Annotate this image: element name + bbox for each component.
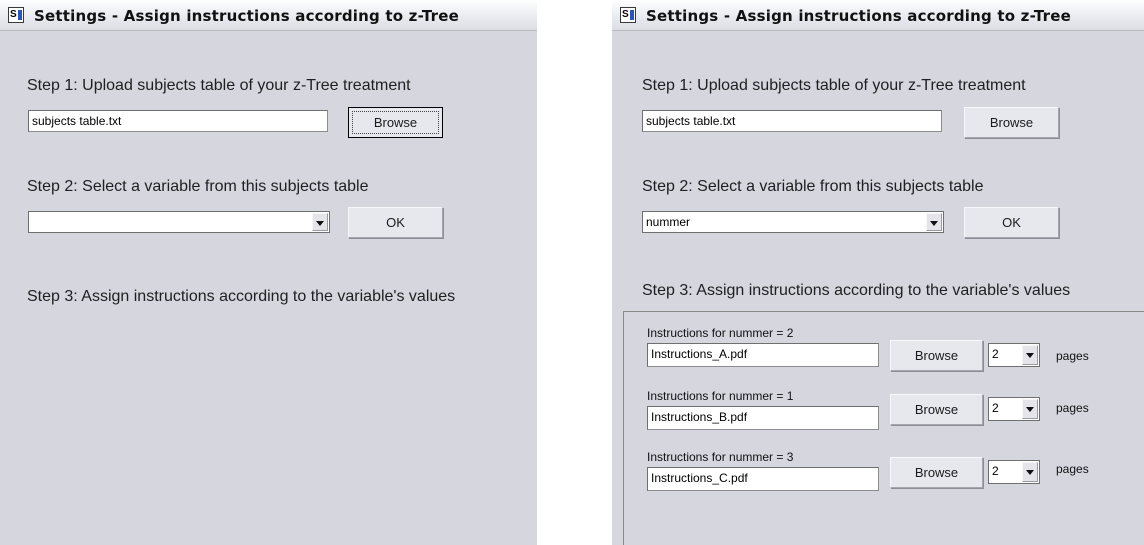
settings-window-right: S Settings - Assign instructions accordi… <box>612 0 1144 545</box>
variable-select[interactable] <box>28 211 330 233</box>
pages-label: pages <box>1056 401 1089 415</box>
instruction-row-label: Instructions for nummer = 3 <box>647 450 794 464</box>
instruction-row-label: Instructions for nummer = 1 <box>647 389 794 403</box>
title-bar: S Settings - Assign instructions accordi… <box>612 0 1144 31</box>
instruction-browse-button[interactable]: Browse <box>890 457 983 488</box>
instruction-browse-button[interactable]: Browse <box>890 394 983 425</box>
instruction-file-field[interactable]: Instructions_A.pdf <box>647 343 879 367</box>
step2-label: Step 2: Select a variable from this subj… <box>642 178 984 195</box>
focus-ring <box>352 111 439 134</box>
step1-browse-button[interactable]: Browse <box>964 107 1059 138</box>
pages-select[interactable]: 2 <box>988 460 1040 484</box>
pages-select-value: 2 <box>992 464 999 478</box>
app-icon: S <box>8 7 24 23</box>
step1-label: Step 1: Upload subjects table of your z-… <box>642 77 1026 94</box>
app-icon: S <box>620 7 636 23</box>
chevron-down-icon[interactable] <box>312 213 328 231</box>
instruction-file-field[interactable]: Instructions_B.pdf <box>647 406 879 430</box>
pages-select-value: 2 <box>992 401 999 415</box>
subjects-table-file-field[interactable]: subjects table.txt <box>28 110 328 132</box>
pages-label: pages <box>1056 349 1089 363</box>
settings-window-left: S Settings - Assign instructions accordi… <box>0 0 537 545</box>
window-title: Settings - Assign instructions according… <box>646 7 1071 25</box>
step2-ok-button[interactable]: OK <box>348 207 443 238</box>
subjects-table-file-field[interactable]: subjects table.txt <box>642 110 942 132</box>
pages-select[interactable]: 2 <box>988 343 1040 367</box>
chevron-down-icon[interactable] <box>926 213 942 231</box>
chevron-down-icon[interactable] <box>1022 345 1038 365</box>
instruction-browse-button[interactable]: Browse <box>890 340 983 371</box>
window-title: Settings - Assign instructions according… <box>34 7 459 25</box>
chevron-down-icon[interactable] <box>1022 462 1038 482</box>
step2-ok-button[interactable]: OK <box>964 207 1059 238</box>
title-bar: S Settings - Assign instructions accordi… <box>0 0 537 31</box>
pages-select-value: 2 <box>992 347 999 361</box>
step3-label: Step 3: Assign instructions according to… <box>27 288 456 305</box>
step3-label: Step 3: Assign instructions according to… <box>642 282 1071 299</box>
step1-browse-button[interactable]: Browse <box>348 107 443 138</box>
instructions-group: Instructions for nummer = 2 Instructions… <box>623 311 1144 545</box>
step1-label: Step 1: Upload subjects table of your z-… <box>27 77 411 94</box>
step2-label: Step 2: Select a variable from this subj… <box>27 178 369 195</box>
instruction-row-label: Instructions for nummer = 2 <box>647 326 794 340</box>
pages-label: pages <box>1056 462 1089 476</box>
instruction-file-field[interactable]: Instructions_C.pdf <box>647 467 879 491</box>
variable-select[interactable]: nummer <box>642 211 944 233</box>
pages-select[interactable]: 2 <box>988 397 1040 421</box>
chevron-down-icon[interactable] <box>1022 399 1038 419</box>
variable-select-value: nummer <box>646 215 691 229</box>
